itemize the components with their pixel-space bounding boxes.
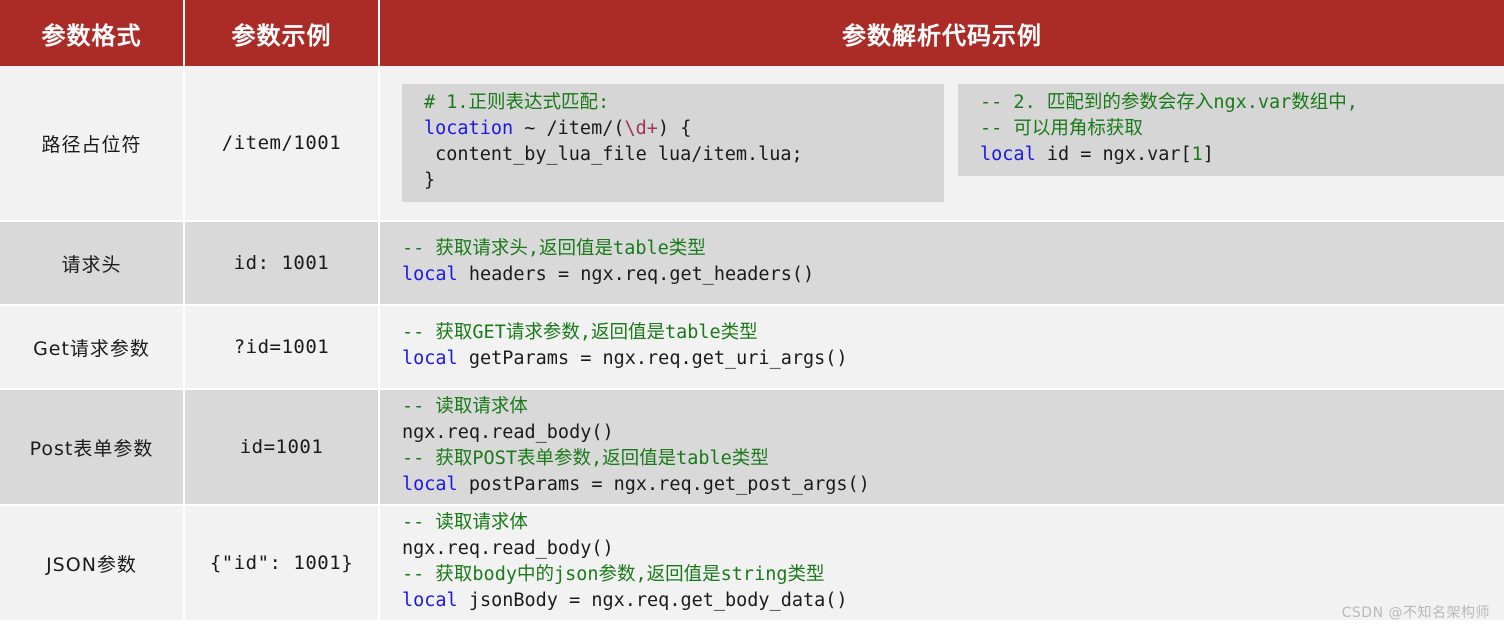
cell-parsing-code: -- 读取请求体 ngx.req.read_body() -- 获取POST表单… (379, 389, 1504, 506)
table-row: Post表单参数 id=1001 -- 读取请求体 ngx.req.read_bod… (0, 389, 1504, 506)
cell-parameter-format: Post表单参数 (0, 389, 185, 506)
code-token-comment: -- 读取请求体 (402, 512, 528, 533)
column-header-code: 参数解析代码示例 (379, 0, 1504, 66)
code-token-keyword: local (402, 264, 458, 285)
code-token-keyword: local (402, 590, 458, 611)
cell-parameter-format: 请求头 (0, 221, 185, 306)
code-token-plain: content_by_lua_file lua/item.lua; (424, 144, 803, 165)
table-header: 参数格式 参数示例 参数解析代码示例 (0, 0, 1504, 66)
code-block-group: -- 读取请求体 ngx.req.read_body() -- 获取body中的… (380, 506, 1504, 620)
cell-parameter-example: /item/1001 (184, 66, 380, 222)
code-token-comment: -- 获取请求头,返回值是table类型 (402, 238, 706, 259)
code-block-group: # 1.正则表达式匹配: location ~ /item/(\d+) { co… (380, 84, 1504, 202)
cell-parsing-code: -- 读取请求体 ngx.req.read_body() -- 获取body中的… (379, 505, 1504, 622)
code-token-keyword: location (424, 118, 514, 139)
column-header-example: 参数示例 (184, 0, 380, 66)
code-token-keyword: local (980, 144, 1036, 165)
cell-parameter-example: {"id": 1001} (184, 505, 380, 622)
parameter-format-text: JSON参数 (46, 553, 137, 576)
parameter-format-text: Post表单参数 (29, 437, 154, 460)
code-token-plain: getParams = ngx.req.get_uri_args() (457, 348, 848, 369)
cell-parsing-code: -- 获取请求头,返回值是table类型 local headers = ngx… (379, 221, 1504, 306)
parameter-example-text: /item/1001 (221, 132, 342, 154)
code-token-plain: ngx.req.read_body() (402, 538, 614, 559)
code-token-plain: ) { (657, 118, 692, 139)
code-token-comment: -- 2. 匹配到的参数会存入ngx.var数组中, (980, 92, 1358, 113)
code-token-plain: ngx.req.read_body() (402, 422, 614, 443)
code-token-plain: ~ /item/( (513, 118, 625, 139)
code-token-comment: # 1.正则表达式匹配: (424, 92, 610, 113)
code-token-num: 1 (1191, 144, 1203, 165)
cell-parameter-format: JSON参数 (0, 505, 185, 622)
code-block: -- 读取请求体 ngx.req.read_body() -- 获取POST表单… (380, 390, 880, 504)
code-token-comment: -- 获取POST表单参数,返回值是table类型 (402, 448, 769, 469)
code-token-plain: ] (1202, 144, 1214, 165)
cell-parameter-format: Get请求参数 (0, 305, 185, 390)
cell-parameter-example: id: 1001 (184, 221, 380, 306)
code-token-comment: -- 获取body中的json参数,返回值是string类型 (402, 564, 825, 585)
parameter-example-text: id=1001 (239, 436, 324, 458)
code-token-regex: \d+ (624, 118, 658, 139)
table-header-row: 参数格式 参数示例 参数解析代码示例 (0, 0, 1504, 66)
code-token-plain: headers = ngx.req.get_headers() (457, 264, 815, 285)
code-token-comment: -- 读取请求体 (402, 396, 528, 417)
parameter-parsing-table: 参数格式 参数示例 参数解析代码示例 路径占位符/item/1001 # 1.正则… (0, 0, 1504, 622)
table-row: 路径占位符/item/1001 # 1.正则表达式匹配: location ~ /… (0, 66, 1504, 222)
code-block: -- 获取GET请求参数,返回值是table类型 local getParams… (380, 316, 858, 378)
parameter-format-text: 路径占位符 (41, 133, 142, 156)
cell-parsing-code: # 1.正则表达式匹配: location ~ /item/(\d+) { co… (379, 66, 1504, 222)
code-block: -- 读取请求体 ngx.req.read_body() -- 获取body中的… (380, 506, 858, 620)
table-body: 路径占位符/item/1001 # 1.正则表达式匹配: location ~ /… (0, 66, 1504, 622)
cell-parsing-code: -- 获取GET请求参数,返回值是table类型 local getParams… (379, 305, 1504, 390)
cell-parameter-example: ?id=1001 (184, 305, 380, 390)
parameter-example-text: {"id": 1001} (209, 552, 354, 574)
parameter-example-text: id: 1001 (233, 252, 330, 274)
code-token-plain: postParams = ngx.req.get_post_args() (457, 474, 870, 495)
code-token-keyword: local (402, 474, 458, 495)
column-header-format: 参数格式 (0, 0, 185, 66)
code-token-plain: id = ngx.var[ (1035, 144, 1192, 165)
code-block-group: -- 获取GET请求参数,返回值是table类型 local getParams… (380, 316, 1504, 378)
code-token-plain: jsonBody = ngx.req.get_body_data() (457, 590, 848, 611)
code-token-comment: -- 获取GET请求参数,返回值是table类型 (402, 322, 758, 343)
code-block-group: -- 读取请求体 ngx.req.read_body() -- 获取POST表单… (380, 390, 1504, 504)
cell-parameter-format: 路径占位符 (0, 66, 185, 222)
code-block: -- 2. 匹配到的参数会存入ngx.var数组中, -- 可以用角标获取 lo… (958, 84, 1504, 176)
code-block-group: -- 获取请求头,返回值是table类型 local headers = ngx… (380, 232, 1504, 294)
parameter-format-text: Get请求参数 (33, 337, 150, 360)
table-row: 请求头 id: 1001 -- 获取请求头,返回值是table类型 local he… (0, 221, 1504, 306)
table-row: Get请求参数 ?id=1001 -- 获取GET请求参数,返回值是table类型 … (0, 305, 1504, 390)
code-token-plain: } (424, 170, 436, 191)
code-block: # 1.正则表达式匹配: location ~ /item/(\d+) { co… (402, 84, 945, 202)
code-token-comment: -- 可以用角标获取 (980, 118, 1143, 139)
parameter-example-text: ?id=1001 (233, 336, 330, 358)
parameter-format-text: 请求头 (61, 253, 122, 276)
screenshot-root: 参数格式 参数示例 参数解析代码示例 路径占位符/item/1001 # 1.正则… (0, 0, 1504, 629)
code-token-keyword: local (402, 348, 458, 369)
table-row: JSON参数 {"id": 1001} -- 读取请求体 ngx.req.read_… (0, 505, 1504, 622)
cell-parameter-example: id=1001 (184, 389, 380, 506)
code-block: -- 获取请求头,返回值是table类型 local headers = ngx… (380, 232, 824, 294)
